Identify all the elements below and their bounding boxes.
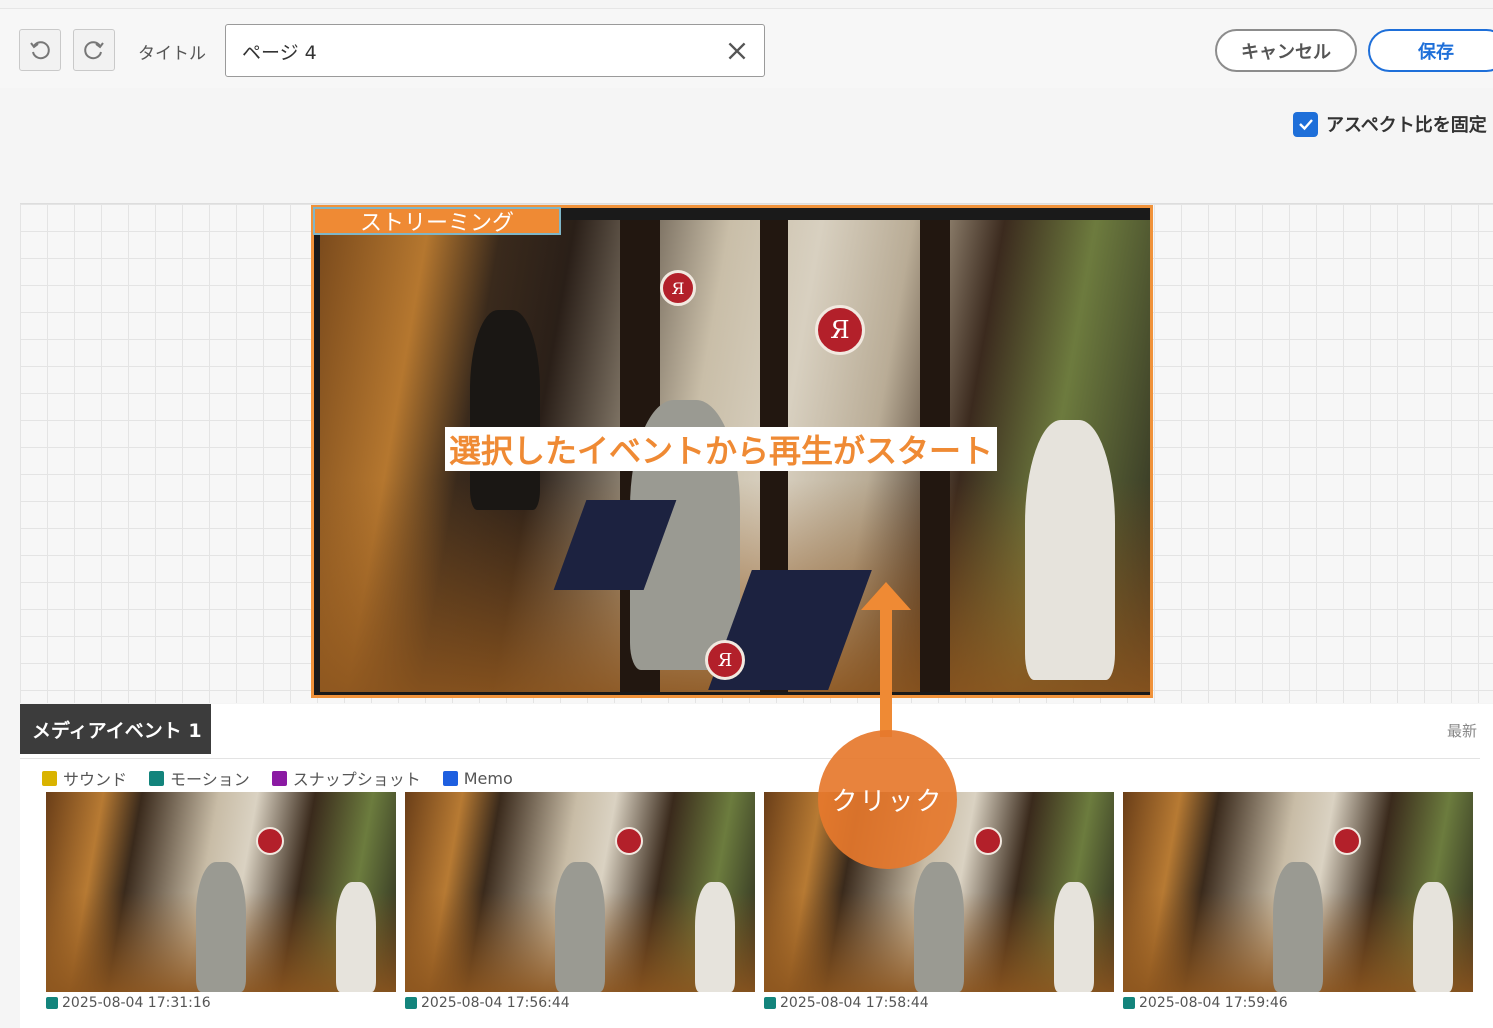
- aspect-ratio-label: アスペクト比を固定: [1326, 115, 1487, 136]
- streaming-tag: ストリーミング: [313, 207, 561, 236]
- annotation-arrow-head: [861, 582, 911, 610]
- motion-swatch: [764, 997, 776, 1009]
- aspect-ratio-checkbox[interactable]: [1293, 111, 1318, 137]
- aspect-ratio-lock[interactable]: アスペクト比を固定: [1293, 111, 1487, 137]
- sound-swatch: [42, 770, 57, 786]
- event-timestamp: 2025-08-04 17:59:46: [1123, 995, 1288, 1011]
- redo-button[interactable]: [73, 29, 115, 71]
- motion-swatch: [405, 997, 417, 1009]
- title-input[interactable]: [242, 37, 712, 65]
- checkmark-icon: [1298, 119, 1313, 131]
- title-field[interactable]: [225, 24, 765, 77]
- store-logo-icon: [974, 827, 1002, 855]
- event-timestamp: 2025-08-04 17:58:44: [764, 995, 929, 1011]
- store-logo-icon: [615, 827, 643, 855]
- cancel-button[interactable]: キャンセル: [1215, 29, 1357, 72]
- legend-item-sound: サウンド: [42, 766, 127, 790]
- legend-item-motion: モーション: [149, 766, 250, 790]
- store-logo-icon: [1333, 827, 1361, 855]
- memo-swatch: [442, 770, 458, 786]
- event-thumbnail[interactable]: [46, 792, 396, 992]
- title-label: タイトル: [138, 44, 206, 64]
- divider: [20, 758, 1480, 759]
- media-events-panel: メディアイベント 1 最新 サウンド モーション スナップショット Memo 2…: [20, 704, 1493, 1028]
- snapshot-swatch: [271, 770, 287, 786]
- latest-label[interactable]: 最新: [1447, 720, 1477, 741]
- legend-item-memo: Memo: [442, 766, 513, 790]
- media-events-tab[interactable]: メディアイベント 1: [20, 704, 211, 754]
- annotation-arrow: [880, 607, 892, 737]
- save-button[interactable]: 保存: [1368, 29, 1493, 72]
- store-logo-icon: Я: [660, 270, 696, 306]
- top-toolbar: タイトル キャンセル 保存: [0, 8, 1493, 88]
- click-annotation: クリック: [818, 730, 957, 869]
- event-timestamp: 2025-08-04 17:31:16: [46, 995, 211, 1011]
- undo-icon: [30, 41, 50, 60]
- playback-caption: 選択したイベントから再生がスタート: [445, 427, 998, 471]
- motion-swatch: [46, 997, 58, 1009]
- event-timestamp: 2025-08-04 17:56:44: [405, 995, 570, 1011]
- store-logo-icon: [256, 827, 284, 855]
- undo-button[interactable]: [19, 29, 61, 71]
- event-legend: サウンド モーション スナップショット Memo: [42, 766, 513, 790]
- legend-item-snapshot: スナップショット: [271, 766, 421, 790]
- redo-icon: [84, 41, 104, 60]
- store-logo-icon: Я: [815, 305, 865, 355]
- motion-swatch: [149, 770, 165, 786]
- floor-mat-logo-icon: Я: [705, 640, 745, 680]
- clear-icon[interactable]: [724, 38, 750, 64]
- event-thumbnail[interactable]: [405, 792, 755, 992]
- event-thumbnail[interactable]: [1123, 792, 1473, 992]
- motion-swatch: [1123, 997, 1135, 1009]
